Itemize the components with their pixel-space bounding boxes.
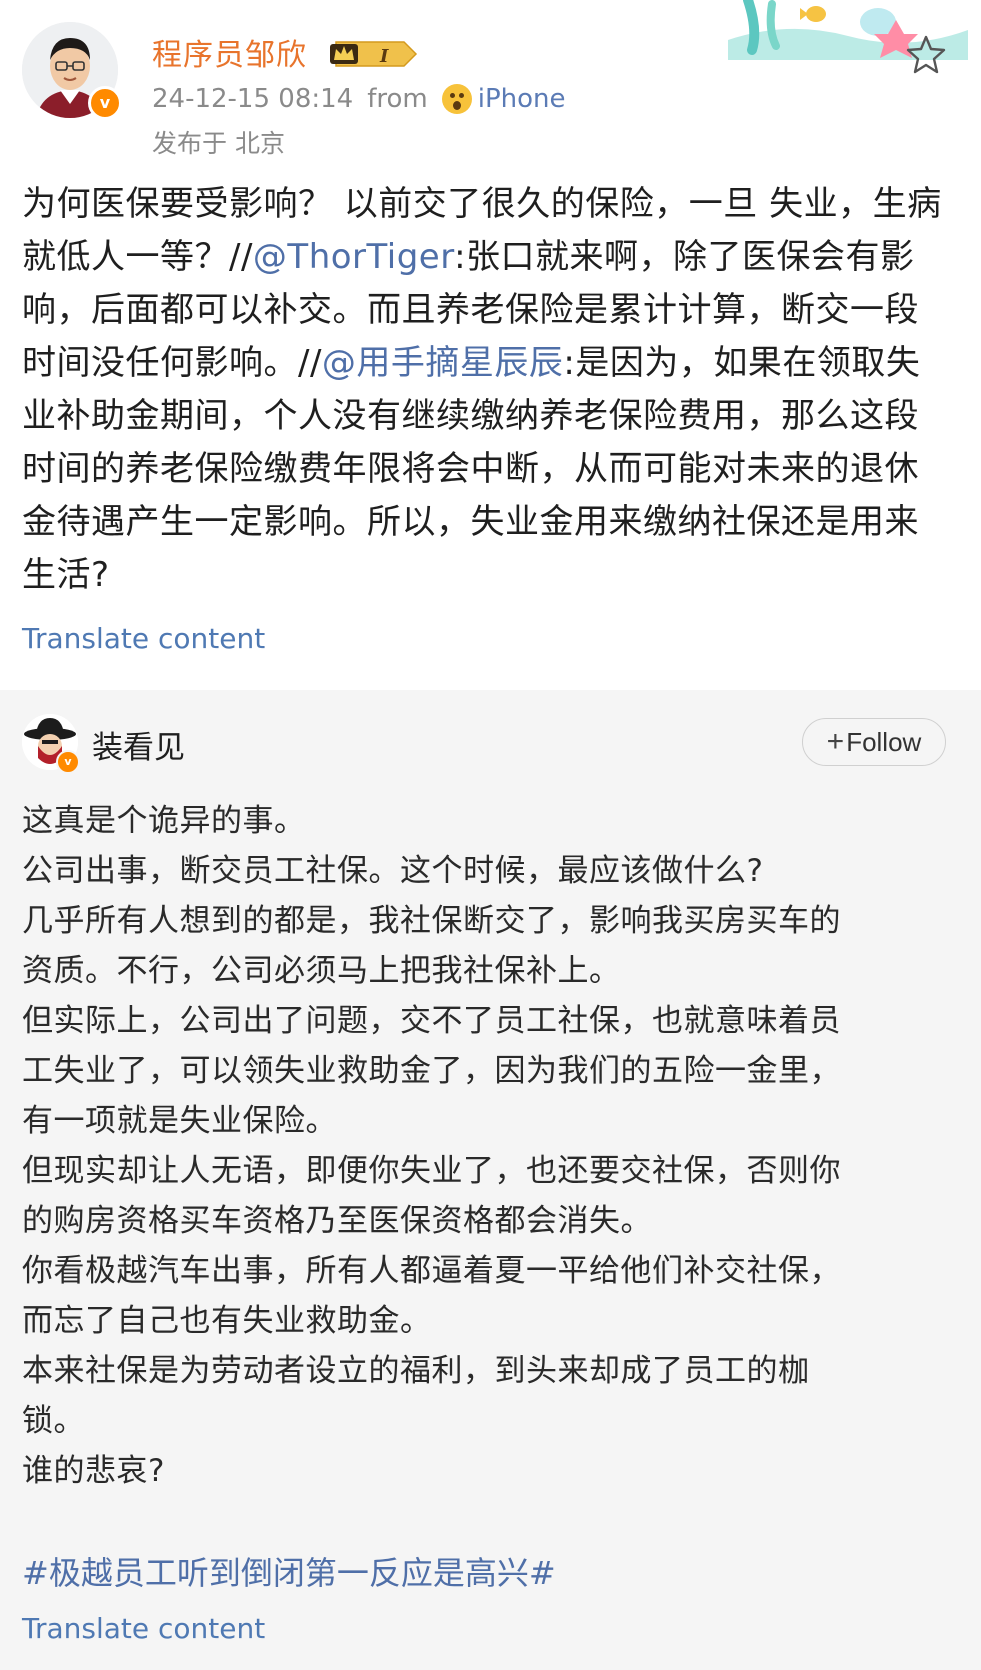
repost-line: 公司出事，断交员工社保。这个时候，最应该做什么? xyxy=(22,853,764,889)
star-favorite-icon[interactable] xyxy=(906,34,946,74)
translate-content-link[interactable]: Translate content xyxy=(22,1612,265,1645)
topic-hashtag-link[interactable]: #极越员工听到倒闭第一反应是高兴# xyxy=(22,1548,556,1594)
weibo-post-page: v 程序员邹欣 I 24-12-15 08:14 from iPhone 发布于… xyxy=(0,0,981,1670)
repost-line: 有一项就是失业保险。 xyxy=(22,1103,337,1139)
vip-badge-icon[interactable]: I xyxy=(330,38,422,70)
follow-label: Follow xyxy=(846,726,922,757)
repost-line: 这真是个诡异的事。 xyxy=(22,803,306,839)
surprised-emoji-icon xyxy=(441,84,472,114)
follow-plus-icon: + xyxy=(826,725,845,758)
author-name[interactable]: 程序员邹欣 xyxy=(152,30,307,74)
mention-link[interactable]: @用手摘星辰辰 xyxy=(322,343,564,383)
verified-badge-icon: v xyxy=(56,750,80,774)
source-device-link[interactable]: iPhone xyxy=(478,84,566,114)
repost-line: 但现实却让人无语，即便你失业了，也还要交社保，否则你 xyxy=(22,1153,841,1189)
repost-line: 工失业了，可以领失业救助金了，因为我们的五险一金里， xyxy=(22,1053,841,1089)
post-content: 为何医保要受影响？ 以前交了很久的保险，一旦 失业，生病就低人一等？//@Tho… xyxy=(22,178,952,602)
repost-line: 几乎所有人想到的都是，我社保断交了，影响我买房买车的 xyxy=(22,903,841,939)
repost-line: 本来社保是为劳动者设立的福利，到头来却成了员工的枷 xyxy=(22,1353,810,1389)
post-timestamp: 24-12-15 08:14 xyxy=(152,84,354,114)
repost-content: 这真是个诡异的事。 公司出事，断交员工社保。这个时候，最应该做什么? 几乎所有人… xyxy=(22,796,962,1496)
post-meta: 24-12-15 08:14 from iPhone xyxy=(152,84,566,114)
post-location: 发布于 北京 xyxy=(152,129,285,158)
repost-line: 谁的悲哀? xyxy=(22,1453,165,1489)
follow-button[interactable]: + Follow xyxy=(802,718,946,766)
repost-author-name[interactable]: 装看见 xyxy=(92,722,185,767)
repost-line: 你看极越汽车出事，所有人都逼着夏一平给他们补交社保， xyxy=(22,1253,841,1289)
source-from-label: from xyxy=(367,84,428,114)
repost-line: 但实际上，公司出了问题，交不了员工社保，也就意味着员 xyxy=(22,1003,841,1039)
repost-line: 资质。不行，公司必须马上把我社保补上。 xyxy=(22,953,621,989)
repost-line: 的购房资格买车资格乃至医保资格都会消失。 xyxy=(22,1203,652,1239)
reposted-post[interactable]: v 装看见 + Follow 这真是个诡异的事。 公司出事，断交员工社保。这个时… xyxy=(0,690,981,1670)
verified-badge-icon: v xyxy=(88,86,122,120)
original-post: v 程序员邹欣 I 24-12-15 08:14 from iPhone 发布于… xyxy=(0,0,981,690)
mention-link[interactable]: @ThorTiger xyxy=(253,237,454,277)
author-avatar[interactable]: v xyxy=(22,22,122,120)
repost-line: 锁。 xyxy=(22,1403,85,1439)
vip-level-text: I xyxy=(379,46,389,67)
translate-content-link[interactable]: Translate content xyxy=(22,622,265,655)
repost-line: 而忘了自己也有失业救助金。 xyxy=(22,1303,432,1339)
